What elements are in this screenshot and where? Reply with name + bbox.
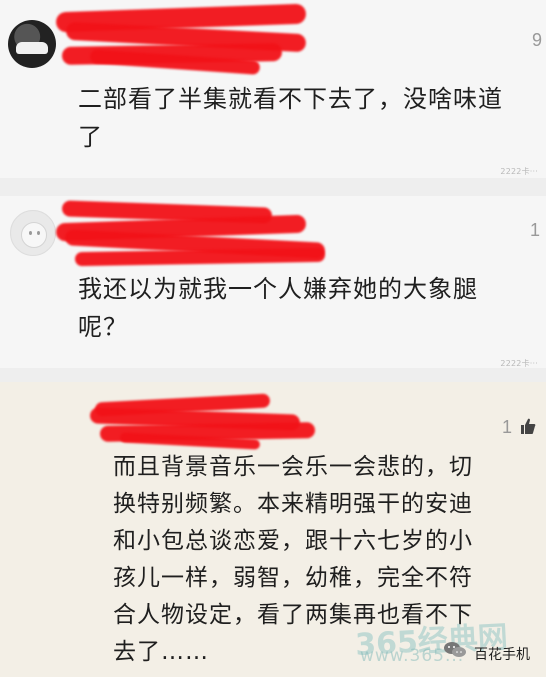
comments-screenshot: 9 二部看了半集就看不下去了，没啥味道 了 2222卡··· 1 我还以为就我一…: [0, 0, 546, 677]
comment-text: 而且背景音乐一会乐一会悲的，切 换特别频繁。本来精明强干的安迪 和小包总谈恋爱，…: [113, 454, 473, 665]
like-count: 1: [529, 220, 540, 240]
comment-meta: 2222卡···: [500, 167, 538, 176]
user-avatar[interactable]: [10, 210, 56, 256]
like-count: 9: [531, 30, 542, 50]
wechat-icon: [444, 642, 466, 657]
user-avatar[interactable]: [8, 20, 56, 68]
like-count: 1: [501, 417, 512, 437]
avatar-eye-icon: [37, 231, 40, 235]
thumbs-up-icon[interactable]: [518, 416, 538, 436]
avatar-eye-icon: [29, 231, 32, 235]
default-avatar-icon: [21, 222, 47, 248]
comment-text: 我还以为就我一个人嫌弃她的大象腿 呢？: [78, 275, 478, 341]
car-icon: [16, 42, 48, 54]
comment-text: 二部看了半集就看不下去了，没啥味道 了: [78, 85, 503, 151]
comment-meta: 2222卡···: [500, 359, 538, 368]
